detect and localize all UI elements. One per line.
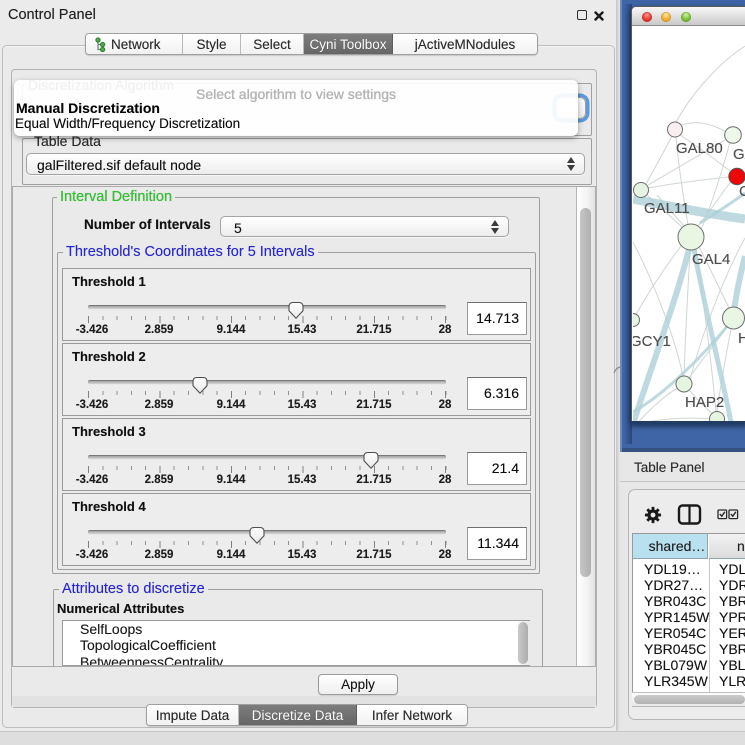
svg-text:CY: CY [739,183,745,200]
svg-text:HAP2: HAP2 [685,394,724,411]
svg-text:GA: GA [733,146,745,163]
svg-text:GAL4: GAL4 [692,251,730,268]
svg-text:H: H [738,330,745,347]
svg-text:GCY1: GCY1 [633,333,671,350]
svg-text:GAL11: GAL11 [644,200,690,217]
svg-text:GAL80: GAL80 [676,140,723,157]
